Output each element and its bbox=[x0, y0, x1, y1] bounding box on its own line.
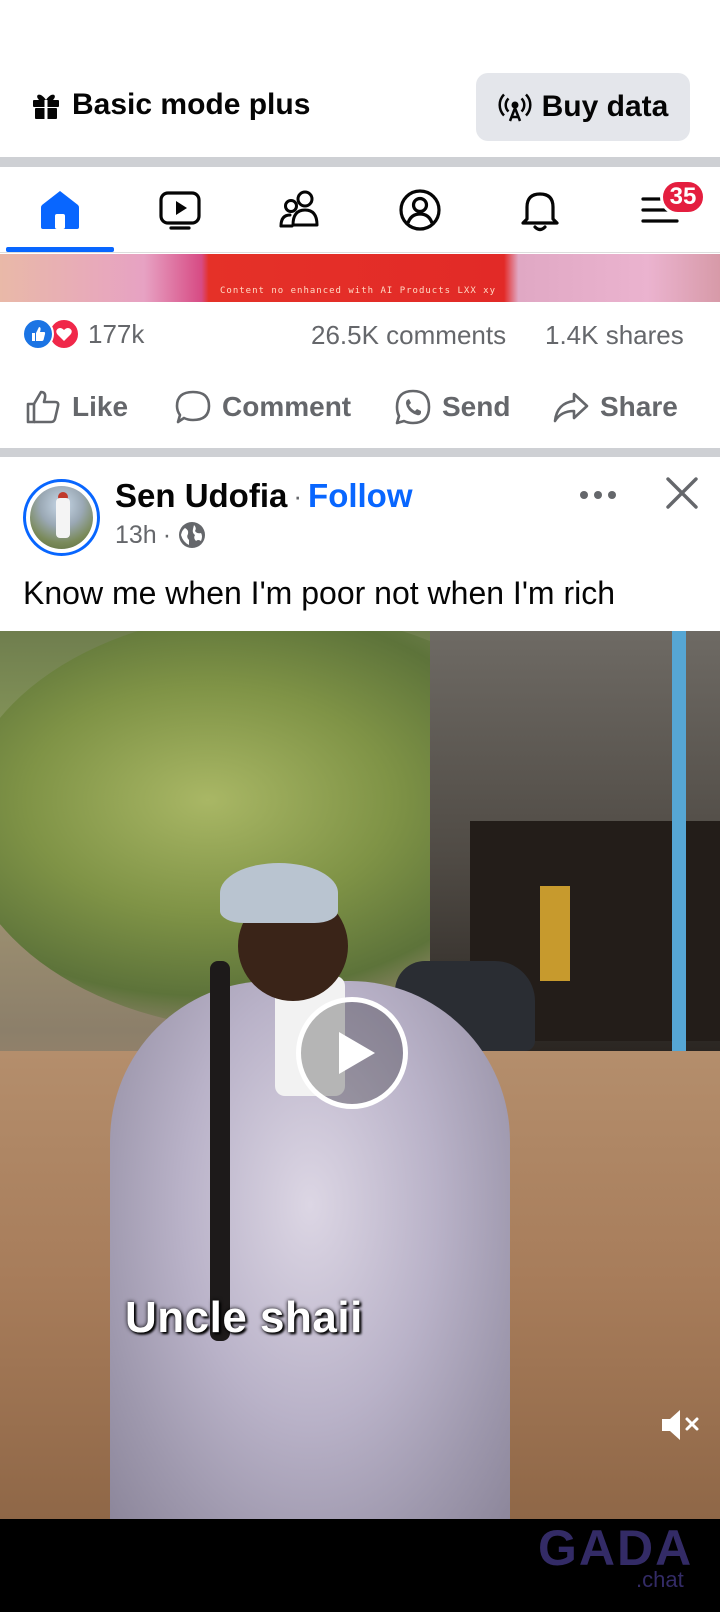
tab-video[interactable] bbox=[125, 167, 235, 253]
post-video[interactable]: Uncle shaii bbox=[0, 631, 720, 1519]
post-header: Sen Udofia · Follow 13h · Know me when I… bbox=[0, 457, 720, 627]
tab-profile[interactable] bbox=[365, 167, 475, 253]
whatsapp-icon bbox=[395, 389, 431, 425]
tab-notifications[interactable] bbox=[485, 167, 595, 253]
post-time[interactable]: 13h bbox=[115, 521, 157, 550]
watermark-sub: .chat bbox=[636, 1567, 684, 1592]
follow-button[interactable]: Follow bbox=[308, 477, 412, 515]
buy-data-label: Buy data bbox=[541, 90, 669, 123]
top-banner: Basic mode plus Buy data bbox=[0, 0, 720, 157]
more-icon bbox=[580, 491, 616, 499]
separator-dot: · bbox=[293, 480, 303, 511]
globe-icon bbox=[179, 522, 206, 548]
media-watermark-text: Content no enhanced with AI Products LXX… bbox=[220, 286, 496, 296]
buy-data-button[interactable]: Buy data bbox=[476, 73, 690, 141]
tab-home[interactable] bbox=[5, 167, 115, 253]
avatar-image bbox=[30, 486, 93, 549]
play-button[interactable] bbox=[296, 997, 408, 1109]
share-icon bbox=[553, 392, 589, 423]
like-reaction-icon bbox=[22, 318, 54, 350]
like-button[interactable]: Like bbox=[24, 380, 128, 434]
comment-icon bbox=[175, 390, 211, 424]
send-label: Send bbox=[442, 391, 511, 422]
post-meta: 13h · bbox=[115, 520, 207, 550]
avatar[interactable] bbox=[23, 479, 100, 556]
shares-count[interactable]: 1.4K shares bbox=[545, 320, 684, 351]
thumbs-up-icon bbox=[26, 390, 60, 424]
author-line: Sen Udofia · Follow bbox=[115, 477, 413, 515]
send-button[interactable]: Send bbox=[394, 380, 510, 434]
broadcast-icon bbox=[498, 93, 532, 122]
tab-friends[interactable] bbox=[245, 167, 355, 253]
speaker-muted-icon bbox=[662, 1410, 699, 1440]
video-caption: Uncle shaii bbox=[125, 1293, 363, 1342]
previous-post-media[interactable]: Content no enhanced with AI Products LXX… bbox=[0, 254, 720, 302]
notification-badge: 35 bbox=[660, 179, 706, 215]
more-options-button[interactable] bbox=[575, 475, 621, 515]
author-name[interactable]: Sen Udofia bbox=[115, 477, 287, 515]
share-button[interactable]: Share bbox=[552, 380, 678, 434]
basic-mode-text: Basic mode plus bbox=[72, 88, 311, 121]
close-icon bbox=[666, 477, 698, 509]
section-divider bbox=[0, 157, 720, 167]
gift-icon bbox=[33, 94, 59, 119]
hide-post-button[interactable] bbox=[660, 471, 704, 515]
reactions-summary[interactable]: 177k bbox=[22, 318, 144, 350]
post-text: Know me when I'm poor not when I'm rich bbox=[23, 575, 616, 611]
video-icon bbox=[159, 191, 201, 230]
home-icon bbox=[41, 191, 79, 229]
tab-bar: 35 bbox=[0, 167, 720, 253]
bottom-bar: GADA .chat bbox=[0, 1519, 720, 1612]
active-tab-indicator bbox=[6, 247, 114, 252]
mute-button[interactable] bbox=[654, 1403, 706, 1447]
post-stats: 177k 26.5K comments 1.4K shares bbox=[0, 302, 720, 366]
video-subject bbox=[70, 863, 530, 1519]
comment-button[interactable]: Comment bbox=[174, 380, 351, 434]
comment-label: Comment bbox=[222, 391, 352, 422]
reaction-count: 177k bbox=[88, 318, 145, 349]
play-icon bbox=[339, 1032, 375, 1074]
post-actions: Like Comment Send Share bbox=[0, 372, 720, 442]
meta-separator: · bbox=[162, 520, 172, 549]
basic-mode-plus-label[interactable]: Basic mode plus bbox=[30, 88, 310, 122]
share-label: Share bbox=[600, 391, 678, 422]
friends-icon bbox=[279, 190, 319, 228]
section-divider bbox=[0, 448, 720, 457]
bell-icon bbox=[521, 192, 559, 232]
profile-icon bbox=[399, 189, 441, 231]
like-label: Like bbox=[72, 391, 129, 422]
comments-count[interactable]: 26.5K comments bbox=[311, 320, 506, 351]
